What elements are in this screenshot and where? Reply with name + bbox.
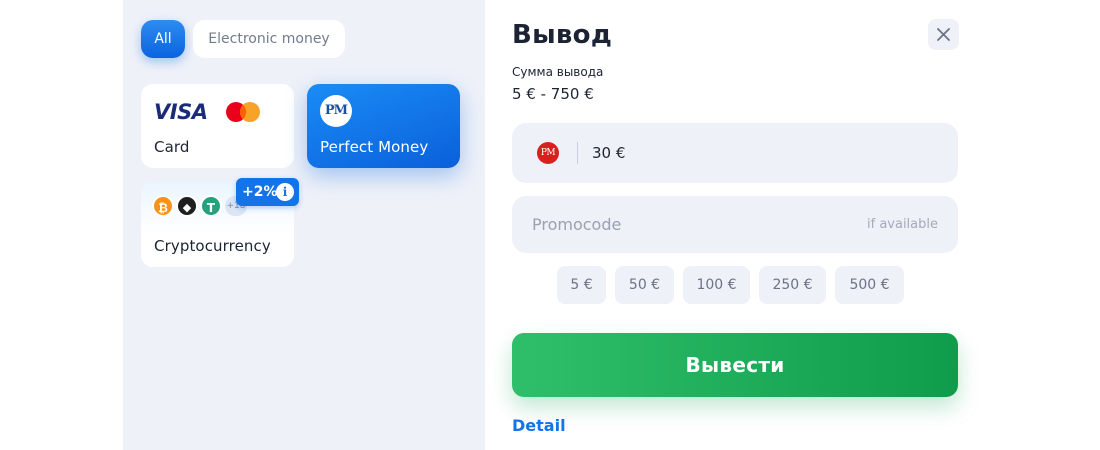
bonus-percent: +2% bbox=[242, 184, 278, 200]
preset-amount-button[interactable]: 50 € bbox=[615, 266, 674, 304]
visa-icon: VISA bbox=[154, 100, 208, 124]
preset-amount-button[interactable]: 5 € bbox=[557, 266, 606, 304]
detail-link[interactable]: Detail bbox=[512, 416, 566, 435]
withdraw-sum-range: 5 € - 750 € bbox=[512, 85, 594, 103]
perfect-money-icon: PM bbox=[537, 142, 559, 164]
crypto-bonus-badge[interactable]: +2% i bbox=[236, 178, 299, 206]
amount-divider bbox=[577, 142, 578, 164]
filter-electronic-money-button[interactable]: Electronic money bbox=[193, 20, 345, 58]
tether-icon: T bbox=[200, 195, 222, 217]
page-title: Вывод bbox=[512, 20, 613, 50]
preset-amount-button[interactable]: 500 € bbox=[835, 266, 904, 304]
preset-amount-button[interactable]: 250 € bbox=[759, 266, 826, 304]
close-icon bbox=[937, 28, 950, 41]
info-icon[interactable]: i bbox=[276, 183, 294, 201]
method-card-label: Card bbox=[154, 138, 190, 156]
promocode-hint: if available bbox=[867, 217, 938, 232]
method-perfect-money-label: Perfect Money bbox=[320, 138, 429, 156]
ethereum-icon: ◆ bbox=[176, 195, 198, 217]
withdraw-sum-label: Сумма вывода bbox=[512, 65, 604, 79]
mastercard-icon bbox=[226, 102, 260, 122]
perfect-money-icon: PM bbox=[320, 95, 352, 127]
amount-input[interactable] bbox=[592, 123, 932, 183]
method-card-perfect-money[interactable]: PM Perfect Money bbox=[307, 84, 460, 168]
withdraw-submit-button[interactable]: Вывести bbox=[512, 333, 958, 397]
withdraw-modal: All Electronic money VISA Card PM Perfec… bbox=[0, 0, 1100, 450]
preset-amount-button[interactable]: 100 € bbox=[683, 266, 750, 304]
payment-methods-panel: All Electronic money VISA Card PM Perfec… bbox=[123, 0, 485, 450]
filter-all-button[interactable]: All bbox=[141, 20, 185, 58]
amount-field[interactable]: PM bbox=[512, 123, 958, 183]
promocode-field[interactable]: if available bbox=[512, 196, 958, 253]
method-cryptocurrency-label: Cryptocurrency bbox=[154, 237, 271, 255]
close-button[interactable] bbox=[928, 19, 959, 50]
bitcoin-icon: ₿ bbox=[152, 195, 174, 217]
method-card-card[interactable]: VISA Card bbox=[141, 84, 294, 168]
promocode-input[interactable] bbox=[532, 196, 832, 253]
